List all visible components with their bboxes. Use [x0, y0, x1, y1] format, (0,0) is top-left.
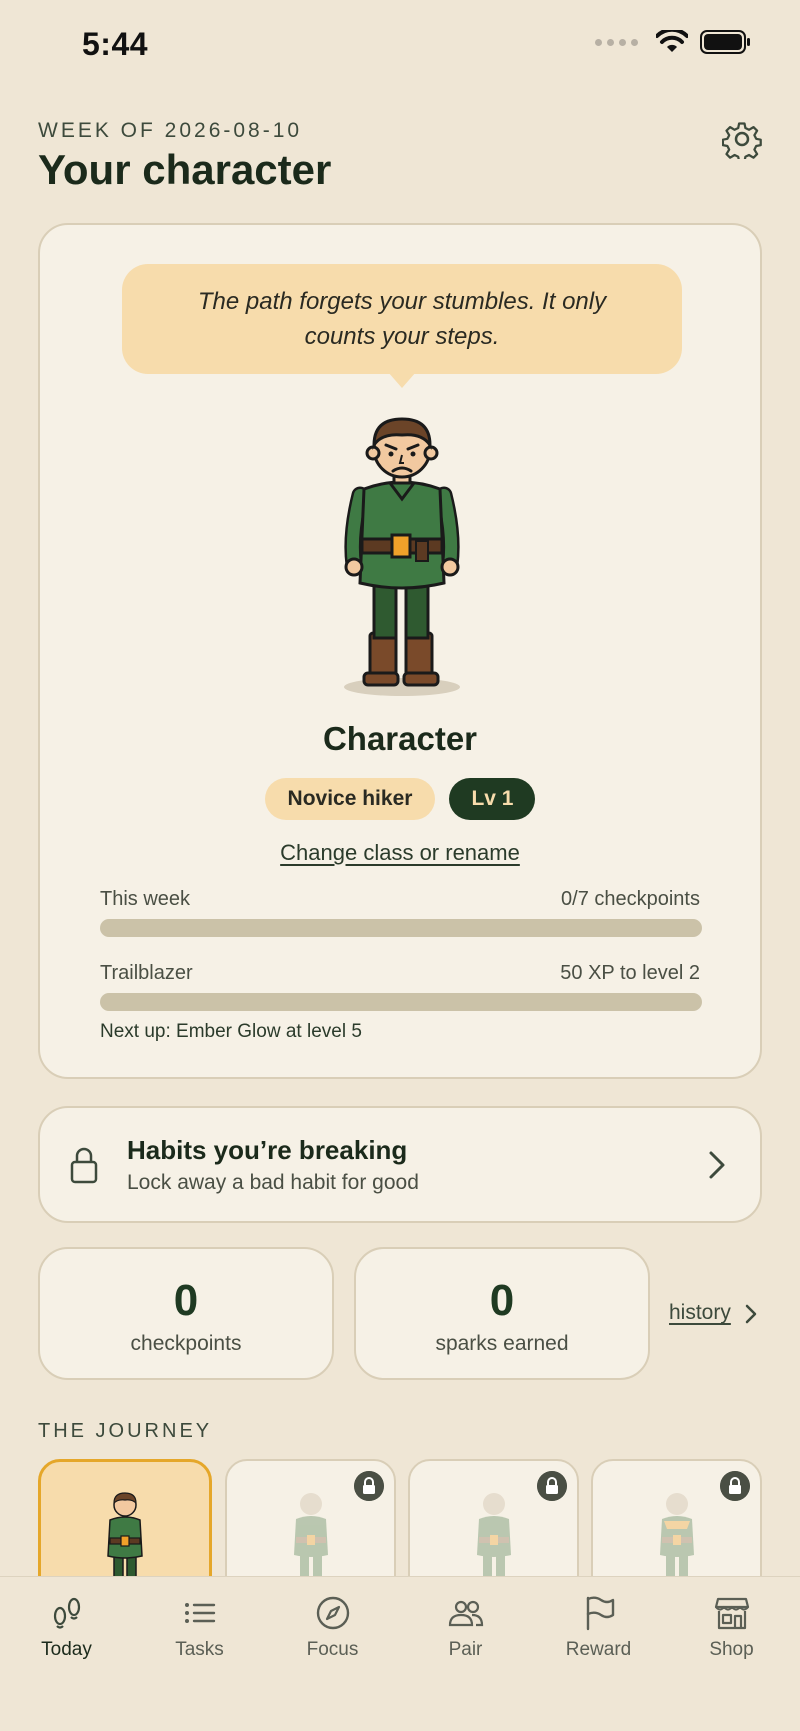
character-mini-icon: [107, 1492, 143, 1588]
history-link[interactable]: history: [669, 1301, 731, 1325]
tab-focus[interactable]: Focus: [266, 1577, 399, 1677]
settings-button[interactable]: [721, 119, 762, 163]
character-card: The path forgets your stumbles. It only …: [38, 223, 762, 1079]
tab-tasks[interactable]: Tasks: [133, 1577, 266, 1677]
change-class-link-label: Change class or rename: [280, 840, 520, 865]
xp-progress-label: Trailblazer: [100, 962, 193, 984]
tab-label: Tasks: [175, 1639, 224, 1660]
next-up-text: Next up: Ember Glow at level 5: [100, 1021, 362, 1042]
week-progress-label: This week: [100, 888, 191, 910]
tab-label: Pair: [448, 1639, 483, 1660]
status-bar: 5:44: [0, 0, 800, 92]
character-name: Character: [322, 720, 478, 757]
week-label: WEEK OF 2026-08-10: [38, 119, 303, 142]
gear-icon: [721, 122, 762, 163]
stat-label: checkpoints: [130, 1332, 242, 1355]
tab-shop[interactable]: Shop: [665, 1577, 798, 1677]
tab-bar: Today Tasks Focus Pair Reward Shop: [0, 1576, 800, 1731]
tab-today[interactable]: Today: [0, 1577, 133, 1677]
flag-icon: [586, 1596, 614, 1631]
habits-card[interactable]: Habits you’re breaking Lock away a bad h…: [38, 1106, 762, 1223]
status-icons: [595, 30, 752, 54]
chevron-right-icon[interactable]: [745, 1304, 757, 1324]
xp-progress-value: 50 XP to level 2: [560, 962, 700, 984]
character-mini-icon: [293, 1493, 328, 1587]
lock-icon: [70, 1147, 98, 1184]
journey-section-title: THE JOURNEY: [38, 1420, 213, 1442]
week-progress-bar: [100, 919, 702, 937]
signal-icon: [595, 38, 638, 46]
compass-icon: [316, 1596, 349, 1630]
store-icon: [714, 1597, 749, 1630]
page-title: Your character: [38, 146, 332, 193]
tab-label: Shop: [709, 1639, 754, 1660]
tab-pair[interactable]: Pair: [399, 1577, 532, 1677]
chevron-right-icon: [709, 1151, 725, 1179]
habits-subtitle: Lock away a bad habit for good: [127, 1171, 419, 1194]
stat-label: sparks earned: [435, 1332, 569, 1355]
week-progress-value: 0/7 checkpoints: [561, 888, 700, 910]
lock-icon: [354, 1471, 384, 1501]
habits-title: Habits you’re breaking: [127, 1135, 408, 1165]
footsteps-icon: [53, 1597, 80, 1629]
speech-bubble-tail: [388, 372, 416, 388]
change-class-link[interactable]: Change class or rename: [40, 840, 760, 866]
tab-label: Reward: [565, 1639, 632, 1660]
lock-icon: [537, 1471, 567, 1501]
character-mini-icon: [659, 1493, 694, 1587]
tab-reward[interactable]: Reward: [532, 1577, 665, 1677]
stat-card-sparks: 0 sparks earned: [354, 1247, 650, 1380]
character-illustration[interactable]: [340, 415, 464, 705]
tab-label: Focus: [306, 1639, 359, 1660]
battery-icon: [700, 30, 750, 54]
list-icon: [184, 1603, 215, 1623]
stat-value: 0: [173, 1276, 199, 1325]
stat-card-checkpoints: 0 checkpoints: [38, 1247, 334, 1380]
wifi-icon: [656, 30, 688, 52]
level-badge: Lv 1: [449, 778, 536, 820]
tab-label: Today: [41, 1639, 92, 1660]
speech-bubble: The path forgets your stumbles. It only …: [122, 264, 682, 374]
class-badge: Novice hiker: [264, 778, 436, 820]
xp-progress-bar: [100, 993, 702, 1011]
people-icon: [448, 1600, 483, 1627]
badge-row: Novice hiker Lv 1: [40, 778, 760, 820]
character-mini-icon: [476, 1493, 511, 1587]
stat-value: 0: [489, 1276, 515, 1325]
status-time: 5:44: [82, 26, 149, 62]
character-quote: The path forgets your stumbles. It only …: [197, 288, 607, 350]
lock-icon: [720, 1471, 750, 1501]
